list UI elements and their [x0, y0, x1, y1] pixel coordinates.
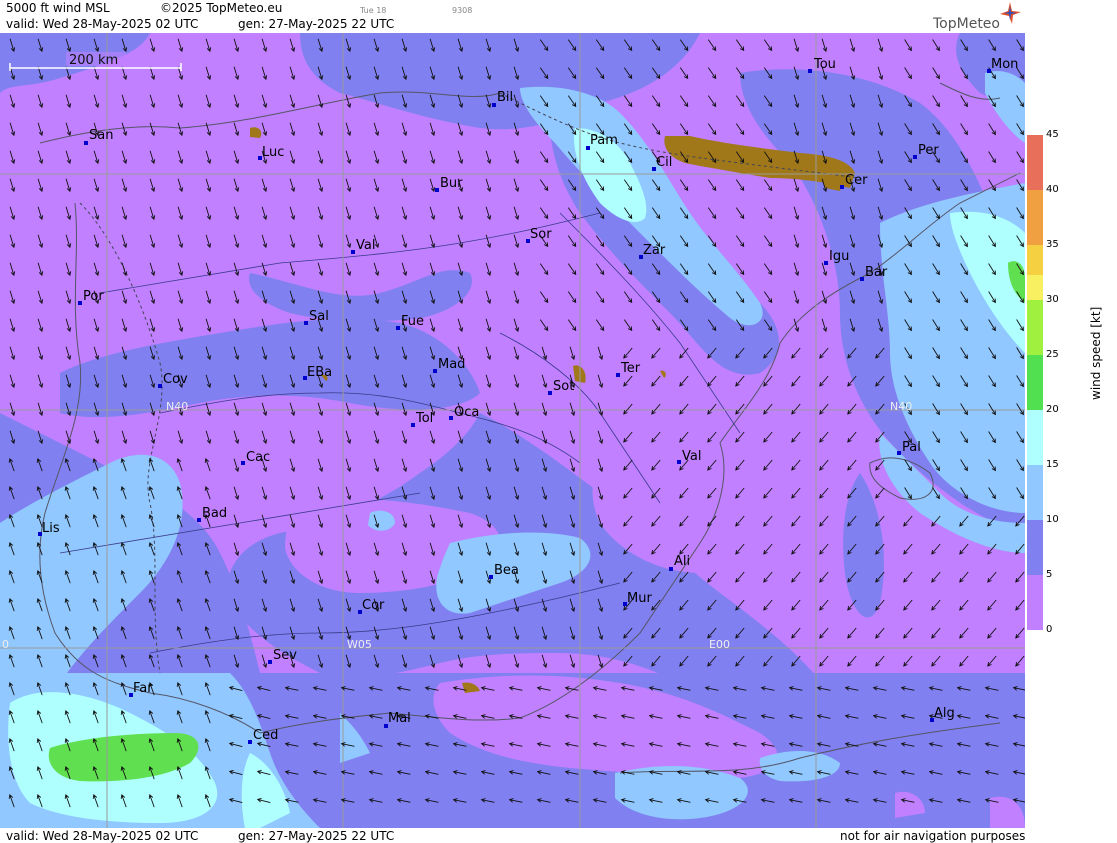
valid-time: valid: Wed 28-May-2025 02 UTC	[6, 17, 199, 31]
city-marker	[158, 384, 162, 388]
city-label: Bar	[865, 265, 888, 280]
small-date: Tue 18	[360, 6, 387, 15]
city-marker	[548, 391, 552, 395]
footer-valid-time: valid: Wed 28-May-2025 02 UTC	[6, 829, 199, 843]
wind-map[interactable]: N40 N40 W05 E00 0 200 km San Luc Bil Tou…	[0, 33, 1025, 828]
city-marker	[669, 567, 673, 571]
city-marker	[860, 277, 864, 281]
city-label: Tou	[813, 57, 836, 72]
footer-generated-time: gen: 27-May-2025 22 UTC	[238, 829, 395, 843]
legend-title: wind speed [kt]	[1089, 306, 1103, 400]
grid-label-e00: E00	[709, 638, 730, 651]
city-label: Cor	[362, 598, 385, 613]
city-label: Cer	[845, 173, 868, 188]
city-marker	[197, 518, 201, 522]
city-label: Lis	[42, 521, 60, 536]
scale-bar-label: 200 km	[69, 53, 118, 68]
city-marker	[913, 155, 917, 159]
city-label: Sot	[553, 379, 574, 394]
city-label: Pal	[902, 440, 921, 455]
city-marker	[824, 261, 828, 265]
city-label: Alg	[934, 706, 955, 721]
city-marker	[241, 461, 245, 465]
city-label: Pam	[590, 133, 618, 148]
legend-tick: 30	[1046, 294, 1059, 305]
grid-label-n40-west: N40	[166, 400, 188, 413]
city-label: Bil	[497, 90, 513, 105]
city-label: Oca	[454, 405, 479, 420]
city-label: Tol	[415, 411, 433, 426]
city-marker	[411, 423, 415, 427]
city-marker	[78, 301, 82, 305]
city-marker	[268, 660, 272, 664]
grid-label-zero: 0	[2, 638, 9, 651]
city-marker	[304, 321, 308, 325]
city-label: Mal	[388, 711, 411, 726]
city-marker	[449, 416, 453, 420]
footer-disclaimer: not for air navigation purposes	[840, 829, 1026, 843]
city-label: Por	[83, 289, 104, 304]
generated-time: gen: 27-May-2025 22 UTC	[238, 17, 395, 31]
city-label: Sev	[273, 648, 297, 663]
city-label: Luc	[262, 145, 284, 160]
copyright: ©2025 TopMeteo.eu	[160, 1, 283, 15]
legend-tick: 20	[1046, 404, 1059, 415]
city-label: Bur	[440, 176, 463, 191]
product-title: 5000 ft wind MSL	[6, 1, 110, 15]
city-label: Val	[682, 449, 701, 464]
city-label: Bea	[494, 563, 519, 578]
city-marker	[84, 141, 88, 145]
city-label: Ter	[620, 361, 641, 376]
city-label: Val	[356, 238, 375, 253]
logo-text: TopMeteo	[933, 16, 1000, 32]
legend-tick: 15	[1046, 459, 1059, 470]
city-marker	[248, 740, 252, 744]
legend-colorbar	[1027, 135, 1043, 630]
city-marker	[489, 575, 493, 579]
legend-tick: 40	[1046, 184, 1059, 195]
city-label: Far	[133, 681, 153, 696]
legend-tick: 35	[1046, 239, 1059, 250]
city-marker	[616, 373, 620, 377]
city-label: Mad	[438, 357, 465, 372]
city-marker	[492, 103, 496, 107]
city-label: Per	[918, 143, 939, 158]
city-label: Mon	[991, 57, 1018, 72]
city-label: Mur	[627, 591, 652, 606]
city-label: Sal	[309, 309, 329, 324]
city-label: San	[89, 128, 113, 143]
city-marker	[808, 69, 812, 73]
legend-tick: 5	[1046, 569, 1053, 580]
legend-tick: 10	[1046, 514, 1059, 525]
city-label: Zar	[643, 243, 666, 258]
city-label: EBa	[307, 365, 332, 380]
legend-tick: 25	[1046, 349, 1059, 360]
city-label: Ced	[253, 728, 278, 743]
grid-label-n40-east: N40	[890, 400, 912, 413]
legend-tick: 45	[1046, 129, 1059, 140]
city-label: Cov	[163, 372, 188, 387]
city-label: Sor	[530, 227, 552, 242]
city-marker	[897, 451, 901, 455]
small-code: 9308	[452, 6, 473, 15]
city-marker	[433, 369, 437, 373]
city-marker	[840, 185, 844, 189]
city-marker	[677, 460, 681, 464]
city-label: Cil	[656, 155, 672, 170]
city-label: Bad	[202, 506, 227, 521]
legend-tick: 0	[1046, 624, 1053, 635]
city-label: Ali	[674, 554, 690, 569]
city-label: Igu	[829, 249, 849, 264]
city-marker	[396, 326, 400, 330]
city-label: Fue	[401, 314, 424, 329]
grid-label-w05: W05	[347, 638, 372, 651]
city-marker	[435, 188, 439, 192]
city-label: Cac	[246, 450, 270, 465]
city-marker	[351, 250, 355, 254]
